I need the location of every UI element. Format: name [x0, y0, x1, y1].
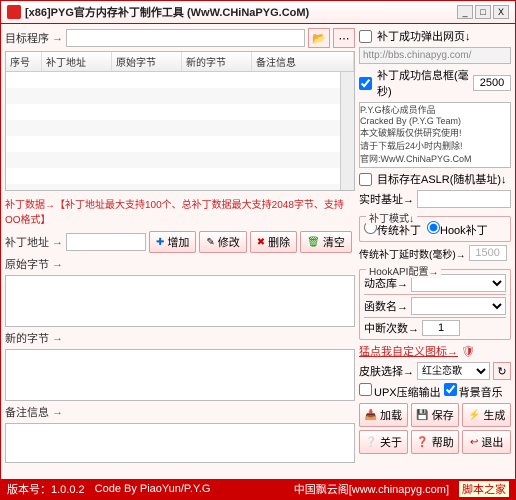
save-icon: 💾 [416, 410, 428, 421]
bgm-checkbox[interactable] [444, 383, 457, 396]
int-input[interactable] [422, 320, 460, 336]
col-note[interactable]: 备注信息 [252, 52, 354, 71]
skin-select[interactable]: 红尘恋歌 [417, 362, 490, 380]
fn-select[interactable] [411, 297, 506, 315]
delay-label: 传统补丁延时数(毫秒)→ [359, 246, 466, 261]
upx-checkbox[interactable] [359, 383, 372, 396]
credits-text[interactable]: P.Y.G核心成员作品 Cracked By (P.Y.G Team) 本文破解… [359, 102, 511, 168]
patch-mode-group: 补丁模式↓ 传统补丁 Hook补丁 [359, 216, 511, 242]
popup-url: http://bbs.chinapyg.com/ [359, 47, 511, 64]
col-address[interactable]: 补丁地址 [42, 52, 112, 71]
site-text: 中国飘云阁[www.chinapyg.com] [220, 481, 449, 497]
realtime-base-label: 实时基址→ [359, 191, 414, 207]
upx-option[interactable]: UPX压缩输出 [359, 383, 441, 400]
arrow-icon: → [52, 236, 63, 248]
author-text: Code By PiaoYun/P.Y.G [95, 483, 211, 495]
new-bytes-label: 新的字节 [5, 330, 49, 346]
add-button[interactable]: ✚增加 [149, 231, 196, 253]
msgbox-option[interactable]: 补丁成功信息框(毫秒) [359, 67, 511, 99]
shield-icon[interactable]: 🛡 [461, 345, 475, 358]
col-index[interactable]: 序号 [6, 52, 42, 71]
help-button[interactable]: ❓帮助 [411, 430, 460, 454]
aslr-checkbox[interactable] [359, 173, 372, 186]
orig-bytes-label: 原始字节 [5, 256, 49, 272]
about-button[interactable]: ❔关于 [359, 430, 408, 454]
patchdata-header: 补丁数据→【补丁地址最大支持100个、总补丁数据最大支持2048字节、支持OO格… [5, 194, 355, 228]
delete-icon: ✖ [257, 237, 265, 248]
about-icon: ❔ [365, 437, 377, 448]
save-button[interactable]: 💾保存 [411, 403, 460, 427]
version-value: 1.0.0.2 [51, 484, 85, 496]
target-label: 目标程序 [5, 30, 49, 46]
realtime-base-input[interactable] [417, 190, 511, 208]
edit-icon: ✎ [206, 237, 214, 248]
generate-button[interactable]: ⚡生成 [462, 403, 511, 427]
load-icon: 📥 [365, 410, 377, 421]
version-label: 版本号： [7, 484, 51, 496]
delete-button[interactable]: ✖删除 [250, 231, 297, 253]
custom-icon-link[interactable]: 猛点我自定义图标→ [359, 343, 458, 359]
popup-option[interactable]: 补丁成功弹出网页↓ [359, 28, 511, 44]
scrollbar[interactable] [340, 72, 354, 190]
browse-button[interactable]: 📂 [308, 28, 330, 48]
note-label: 备注信息 [5, 404, 49, 420]
new-bytes-input[interactable] [5, 349, 355, 401]
help-icon: ❓ [416, 437, 428, 448]
brand-badge: 脚本之家 [459, 481, 509, 497]
window-title: [x86]PYG官方内存补丁制作工具 (WwW.CHiNaPYG.CoM) [25, 4, 453, 20]
msgbox-checkbox[interactable] [359, 77, 372, 90]
table-body[interactable] [6, 72, 340, 190]
delay-input[interactable] [469, 245, 507, 261]
target-path-input[interactable] [66, 29, 305, 47]
exit-button[interactable]: ↩退出 [462, 430, 511, 454]
patch-mode-legend: 补丁模式↓ [366, 210, 417, 225]
titlebar: [x86]PYG官方内存补丁制作工具 (WwW.CHiNaPYG.CoM) _ … [1, 1, 515, 24]
plus-icon: ✚ [156, 237, 164, 248]
minimize-button[interactable]: _ [457, 5, 473, 19]
col-orig[interactable]: 原始字节 [112, 52, 182, 71]
skin-label: 皮肤选择→ [359, 363, 414, 379]
edit-button[interactable]: ✎修改 [199, 231, 246, 253]
arrow-icon: → [52, 332, 63, 344]
orig-bytes-input[interactable] [5, 275, 355, 327]
gen-icon: ⚡ [468, 410, 480, 421]
int-label: 中断次数→ [364, 320, 419, 336]
maximize-button[interactable]: □ [475, 5, 491, 19]
address-input[interactable] [66, 233, 146, 251]
load-button[interactable]: 📥加载 [359, 403, 408, 427]
fn-label: 函数名→ [364, 298, 408, 314]
statusbar: 版本号：1.0.0.2 Code By PiaoYun/P.Y.G 中国飘云阁[… [1, 479, 515, 499]
hook-radio[interactable] [427, 221, 440, 234]
col-new[interactable]: 新的字节 [182, 52, 252, 71]
skin-refresh-button[interactable]: ↻ [493, 362, 511, 380]
more-button[interactable]: ⋯ [333, 28, 355, 48]
close-button[interactable]: X [493, 5, 509, 19]
aslr-option[interactable]: 目标存在ASLR(随机基址)↓ [359, 171, 511, 187]
exit-icon: ↩ [470, 437, 478, 448]
clear-button[interactable]: 🗑清空 [300, 231, 352, 253]
arrow-icon: → [52, 406, 63, 418]
clear-icon: 🗑 [307, 237, 320, 248]
addr-label: 补丁地址 [5, 234, 49, 250]
msgbox-ms-input[interactable] [473, 75, 511, 91]
hookapi-legend: HookAPI配置→ [366, 263, 441, 278]
patch-table: 序号 补丁地址 原始字节 新的字节 备注信息 [5, 51, 355, 191]
popup-checkbox[interactable] [359, 30, 372, 43]
note-input[interactable] [5, 423, 355, 463]
hookapi-group: HookAPI配置→ 动态库→ 函数名→ 中断次数→ [359, 269, 511, 340]
app-icon [7, 5, 21, 19]
bgm-option[interactable]: 背景音乐 [444, 383, 503, 400]
hook-radio-label[interactable]: Hook补丁 [427, 221, 488, 238]
arrow-icon: → [52, 258, 63, 270]
arrow-icon: → [52, 32, 63, 44]
